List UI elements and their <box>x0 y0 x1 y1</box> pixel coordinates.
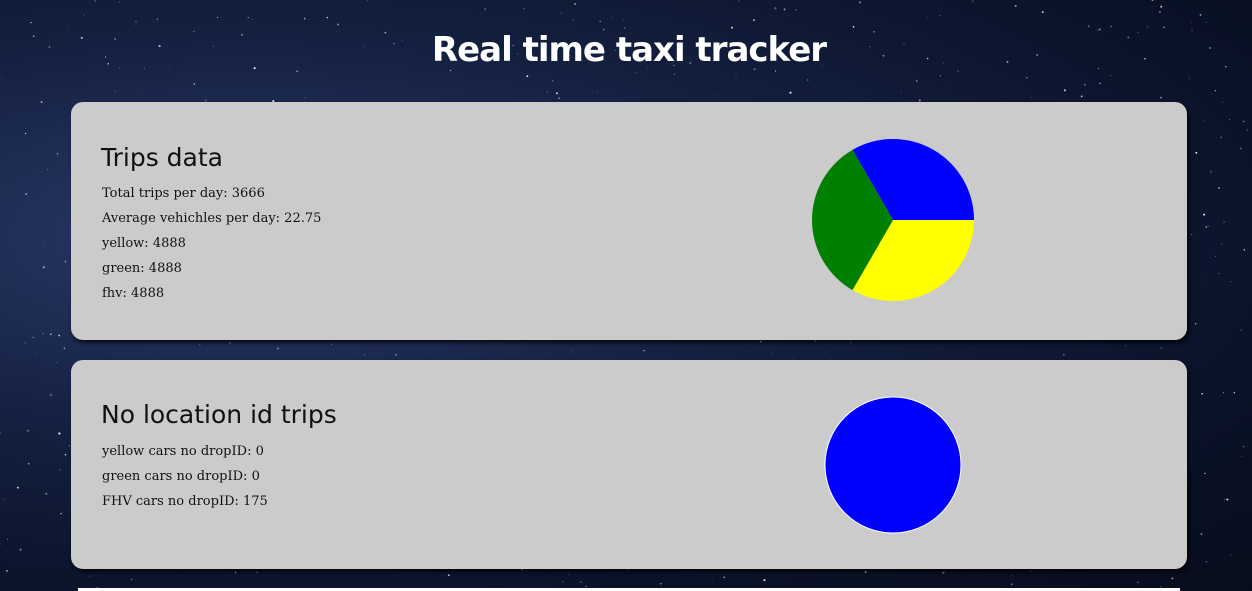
pie-slice <box>824 396 962 534</box>
stat-average-vehicles: Average vehichles per day: 22.75 <box>102 211 322 226</box>
stat-yellow: yellow: 4888 <box>102 236 186 251</box>
no-location-heading: No location id trips <box>101 400 337 429</box>
no-location-stats-list: yellow cars no dropID: 0 green cars no d… <box>102 439 268 514</box>
stat-fhv: fhv: 4888 <box>102 286 165 301</box>
no-location-panel: No location id trips yellow cars no drop… <box>71 360 1187 569</box>
trips-stats-list: Total trips per day: 3666 Average vehich… <box>102 181 321 306</box>
stat-total-trips: Total trips per day: 3666 <box>102 186 265 201</box>
trips-pie-chart <box>812 139 974 301</box>
stat-yellow-no-drop: yellow cars no dropID: 0 <box>102 444 264 459</box>
no-location-pie-chart <box>824 396 962 534</box>
stat-fhv-no-drop: FHV cars no dropID: 175 <box>102 494 268 509</box>
stat-green-no-drop: green cars no dropID: 0 <box>102 469 260 484</box>
stat-green: green: 4888 <box>102 261 182 276</box>
trips-data-panel: Trips data Total trips per day: 3666 Ave… <box>71 102 1187 340</box>
trips-data-heading: Trips data <box>101 143 223 172</box>
page-title: Real time taxi tracker <box>431 30 827 70</box>
